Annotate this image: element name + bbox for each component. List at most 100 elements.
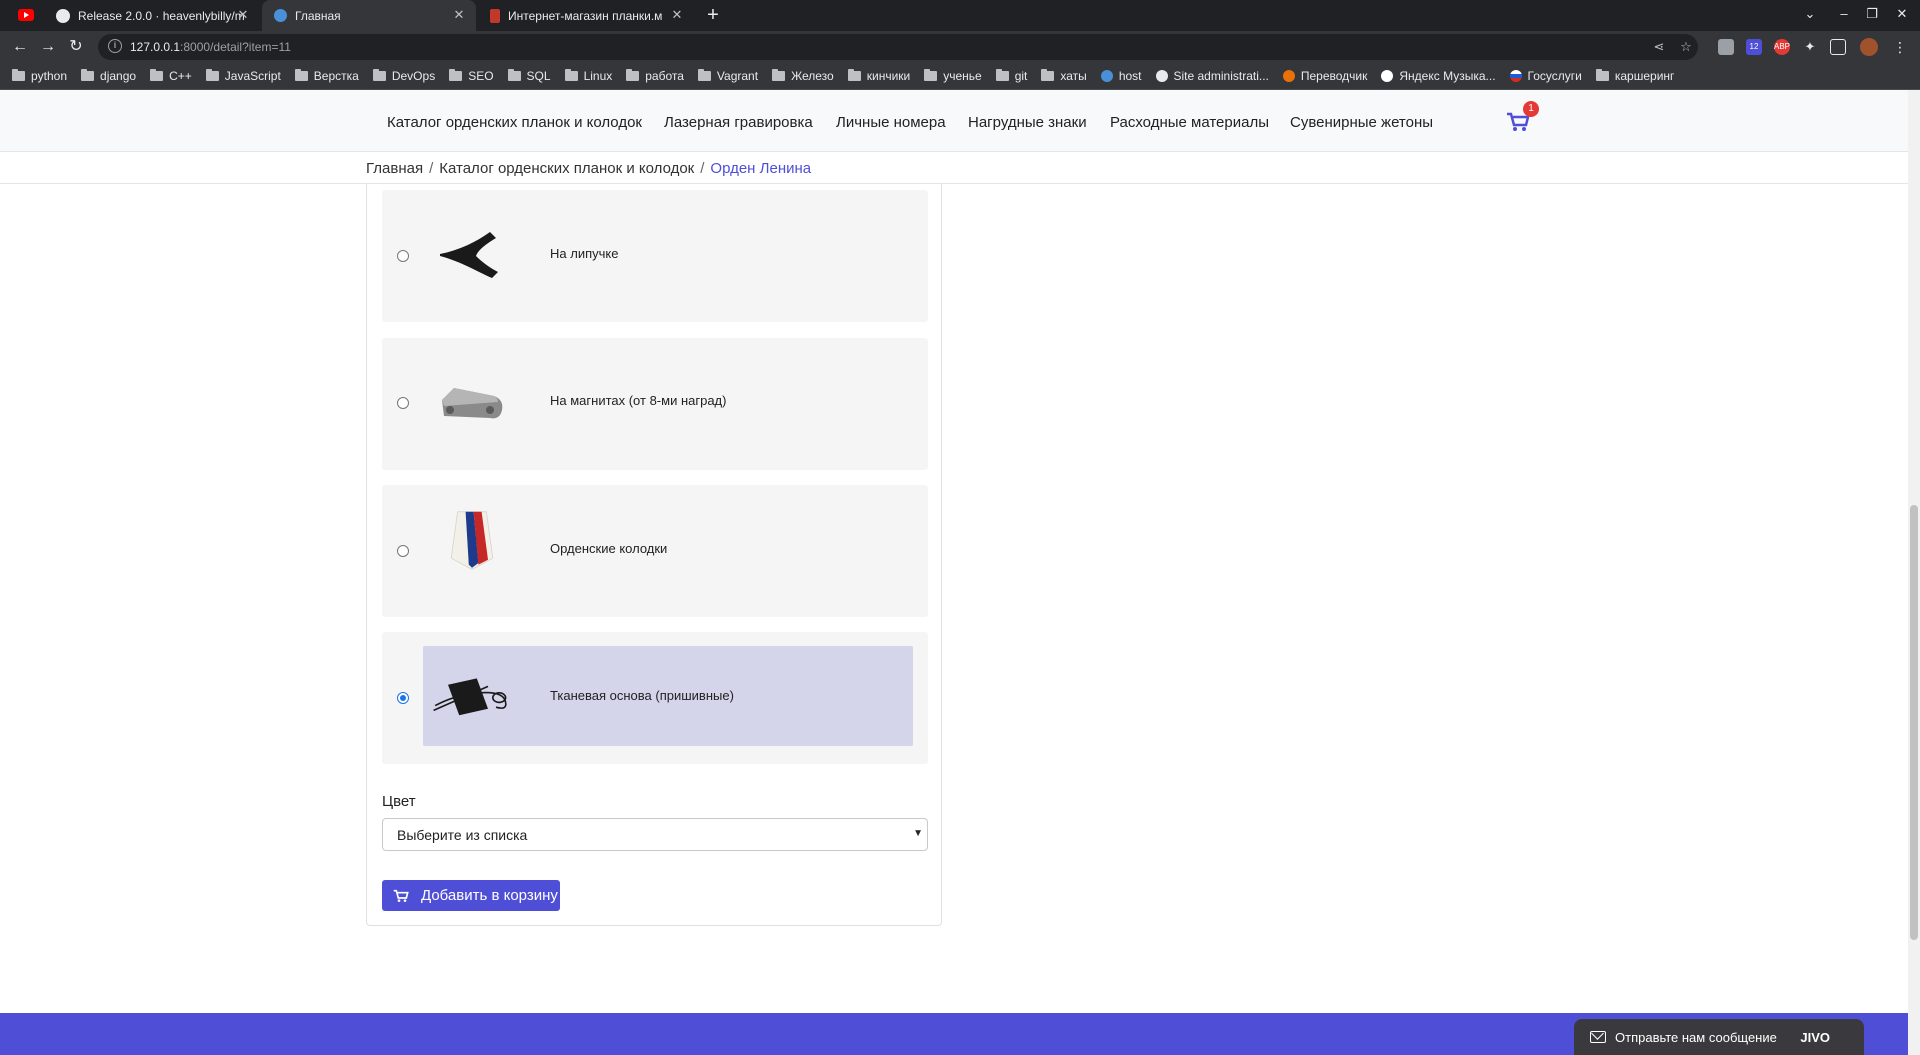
bookmark-linux[interactable]: Linux [564,69,612,83]
maximize-icon[interactable]: ❐ [1863,6,1881,22]
chat-label: Отправьте нам сообщение [1615,1029,1777,1045]
bookmark-seo[interactable]: SEO [449,69,494,83]
tab-home[interactable]: Главная ✕ [262,0,476,31]
option-radio[interactable] [397,545,409,557]
bookmark-label: ученье [943,69,982,83]
star-icon[interactable]: ☆ [1678,39,1694,55]
add-to-cart-button[interactable]: Добавить в корзину [382,880,560,911]
globe-icon [274,9,287,22]
bookmark-yandex-music[interactable]: Яндекс Музыка... [1381,69,1496,83]
nav-personal-numbers[interactable]: Личные номера [836,114,946,131]
option-label: На липучке [550,246,619,261]
reload-icon[interactable]: ↻ [66,37,86,57]
option-order-blocks[interactable]: Орденские колодки [382,485,928,617]
tab-release[interactable]: Release 2.0.0 · heavenlybilly/m ✕ [44,0,260,31]
bookmark-uchenye[interactable]: ученье [924,69,982,83]
camera-icon[interactable] [1718,39,1734,55]
breadcrumb-separator: / [700,160,705,177]
breadcrumb-home[interactable]: Главная [366,160,423,177]
bookmark-rabota[interactable]: работа [626,69,684,83]
folder-icon [626,69,640,81]
address-bar[interactable]: i 127.0.0.1:8000/detail?item=11 ⋖ ☆ [98,34,1698,60]
scrollbar-thumb[interactable] [1910,505,1918,940]
forward-icon[interactable]: → [38,37,58,57]
browser-tab-bar: Release 2.0.0 · heavenlybilly/m ✕ Главна… [0,0,1920,31]
close-icon[interactable]: ✕ [236,8,250,22]
option-velcro[interactable]: На липучке [382,190,928,322]
nav-catalog[interactable]: Каталог орденских планок и колодок [387,114,642,131]
chat-widget[interactable]: Отправьте нам сообщение JIVO [1574,1019,1864,1055]
option-label: На магнитах (от 8-ми наград) [550,393,727,408]
bookmark-label: C++ [169,69,192,83]
bookmark-label: SQL [526,69,551,83]
back-icon[interactable]: ← [10,37,30,57]
bookmark-cpp[interactable]: C++ [150,69,192,83]
puzzle-icon[interactable]: ✦ [1802,39,1818,55]
bookmark-zhelezo[interactable]: Железо [772,69,834,83]
youtube-icon[interactable] [18,9,34,21]
menu-icon[interactable]: ⋮ [1892,39,1908,55]
bookmark-host[interactable]: host [1100,69,1142,83]
adblock-icon[interactable]: ABP [1774,39,1790,55]
option-radio[interactable] [397,692,409,704]
url-text[interactable]: 127.0.0.1:8000/detail?item=11 [130,40,291,54]
tab-search-icon[interactable]: ⌄ [1801,6,1819,22]
nav-laser-engraving[interactable]: Лазерная гравировка [664,114,813,131]
avatar[interactable] [1860,38,1878,56]
bookmark-label: Vagrant [716,69,759,83]
minimize-icon[interactable]: – [1835,6,1853,21]
bookmark-django[interactable]: django [81,69,136,83]
new-tab-icon[interactable]: + [703,5,723,25]
folder-icon [995,69,1009,81]
option-label: Тканевая основа (пришивные) [550,688,734,703]
bookmark-verstka[interactable]: Верстка [294,69,359,83]
extension-icon[interactable]: 12 [1746,39,1762,55]
bookmark-label: Верстка [313,69,359,83]
bookmark-label: хаты [1060,69,1087,83]
bookmark-label: DevOps [391,69,436,83]
close-icon[interactable]: ✕ [452,8,466,22]
share-icon[interactable]: ⋖ [1651,39,1667,55]
tab-title: Главная [295,8,341,23]
bookmark-carsharing[interactable]: каршеринг [1595,69,1674,83]
bookmark-sql[interactable]: SQL [507,69,551,83]
browser-toolbar: ← → ↻ i 127.0.0.1:8000/detail?item=11 ⋖ … [0,31,1920,63]
extension-badge: 12 [1749,42,1759,51]
sidebar-icon[interactable] [1830,39,1846,55]
bookmark-python[interactable]: python [12,69,67,83]
folder-icon [772,69,786,81]
option-radio[interactable] [397,250,409,262]
bookmark-label: Железо [791,69,834,83]
bookmark-label: host [1118,69,1142,83]
tab-shop[interactable]: Интернет-магазин планки.м ✕ [478,0,694,31]
github-icon [56,8,70,23]
option-radio[interactable] [397,397,409,409]
bookmark-site-admin[interactable]: Site administrati... [1155,69,1269,83]
bookmark-vagrant[interactable]: Vagrant [697,69,759,83]
bookmark-label: python [31,69,68,83]
ribbon-block-image [450,511,494,570]
cart-count-badge: 1 [1523,101,1539,117]
bookmark-gosuslugi[interactable]: Госуслуги [1509,69,1582,83]
close-icon[interactable]: ✕ [670,8,684,22]
bookmark-translator[interactable]: Переводчик [1282,69,1367,83]
bookmark-haty[interactable]: хаты [1041,69,1087,83]
nav-badges[interactable]: Нагрудные знаки [968,114,1087,131]
bookmark-git[interactable]: git [995,69,1027,83]
url-host: 127.0.0.1 [130,40,181,54]
globe-icon [1100,70,1113,82]
bookmark-kinchiki[interactable]: кинчики [847,69,910,83]
color-select[interactable]: Выберите из списка ▼ [382,818,928,851]
option-fabric-base[interactable]: Тканевая основа (пришивные) [382,632,928,764]
bookmark-devops[interactable]: DevOps [372,69,436,83]
nav-souvenir-tokens[interactable]: Сувенирные жетоны [1290,114,1433,131]
option-magnets[interactable]: На магнитах (от 8-ми наград) [382,338,928,470]
folder-icon [924,69,938,81]
site-info-icon[interactable]: i [108,39,122,53]
flag-icon [1509,70,1522,82]
bookmark-javascript[interactable]: JavaScript [205,69,281,83]
nav-supplies[interactable]: Расходные материалы [1110,114,1269,131]
window-close-icon[interactable]: ✕ [1893,6,1911,22]
breadcrumb-catalog[interactable]: Каталог орденских планок и колодок [439,160,694,177]
folder-icon [449,69,463,81]
